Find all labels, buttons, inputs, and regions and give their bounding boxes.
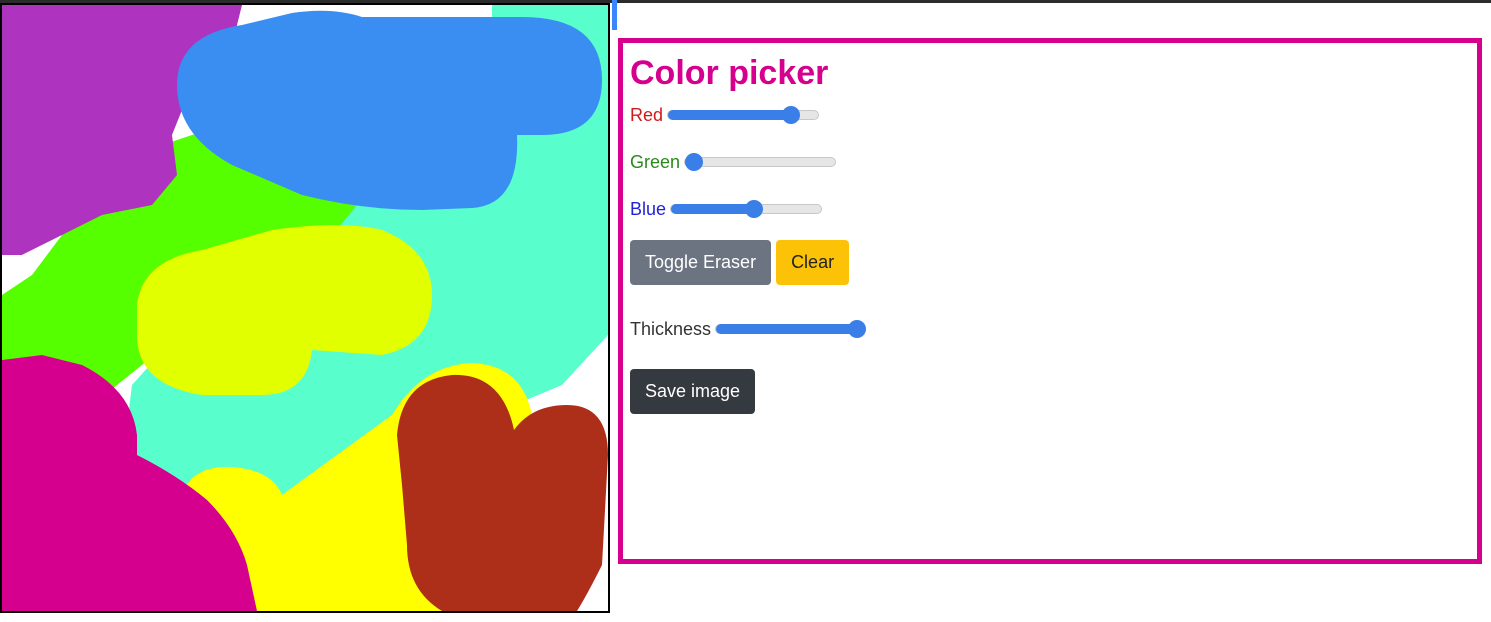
panel-title: Color picker <box>630 54 829 92</box>
thickness-row: Thickness <box>630 314 867 344</box>
blue-slider-fill <box>671 204 754 214</box>
red-slider-fill <box>668 110 796 120</box>
color-picker-panel: Color picker Red Green Blue Toggle Erase… <box>618 38 1482 564</box>
red-label: Red <box>630 104 664 125</box>
green-row: Green <box>630 147 837 177</box>
canvas-drawing[interactable] <box>2 5 608 611</box>
blue-slider-thumb[interactable] <box>744 200 763 218</box>
blue-row: Blue <box>630 194 823 224</box>
red-slider-thumb[interactable] <box>781 106 800 124</box>
green-slider-thumb[interactable] <box>685 153 704 171</box>
red-slider[interactable] <box>667 106 820 124</box>
green-slider[interactable] <box>684 153 837 171</box>
green-label: Green <box>630 151 681 172</box>
thickness-label: Thickness <box>630 318 712 339</box>
thickness-slider[interactable] <box>715 320 867 338</box>
stroke-brown <box>397 374 608 611</box>
clear-button[interactable]: Clear <box>776 240 850 285</box>
red-row: Red <box>630 100 820 130</box>
save-row: Save image <box>630 369 756 414</box>
drawing-canvas[interactable] <box>0 3 610 613</box>
toggle-eraser-button[interactable]: Toggle Eraser <box>630 240 772 285</box>
thickness-slider-thumb[interactable] <box>848 320 867 338</box>
focus-marker <box>612 0 617 30</box>
blue-slider[interactable] <box>670 200 823 218</box>
thickness-slider-fill <box>716 324 865 334</box>
button-row: Toggle Eraser Clear <box>630 240 850 285</box>
blue-label: Blue <box>630 198 667 219</box>
save-image-button[interactable]: Save image <box>630 369 756 414</box>
